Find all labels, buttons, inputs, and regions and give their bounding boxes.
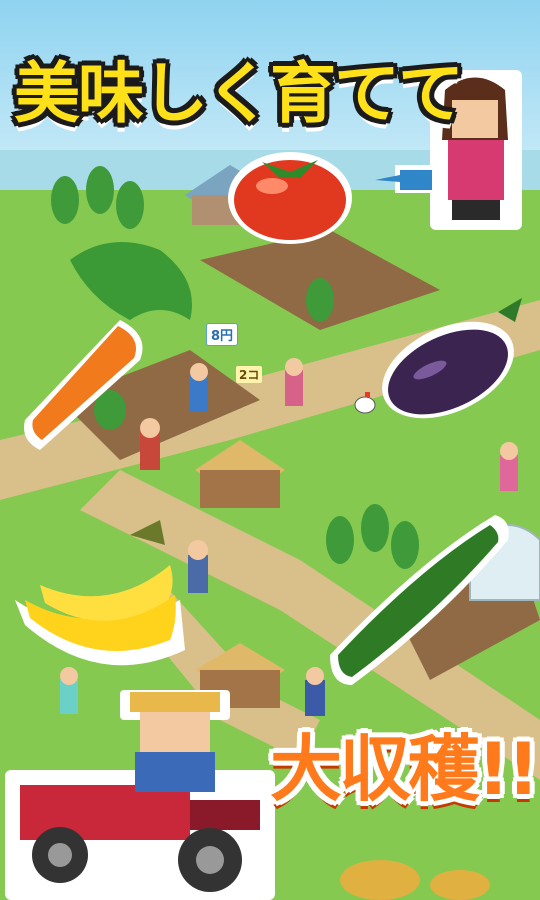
price-tag: 8円	[206, 323, 239, 346]
banner-top-text: 美味しく育てて	[14, 55, 464, 132]
banner-bottom-text: 大収穫!!	[270, 727, 540, 811]
game-promo-screen: 8円 2コ 美味しく育てて 大収穫!!	[0, 0, 540, 900]
tomato-icon	[228, 152, 352, 244]
quantity-tag: 2コ	[236, 366, 263, 383]
